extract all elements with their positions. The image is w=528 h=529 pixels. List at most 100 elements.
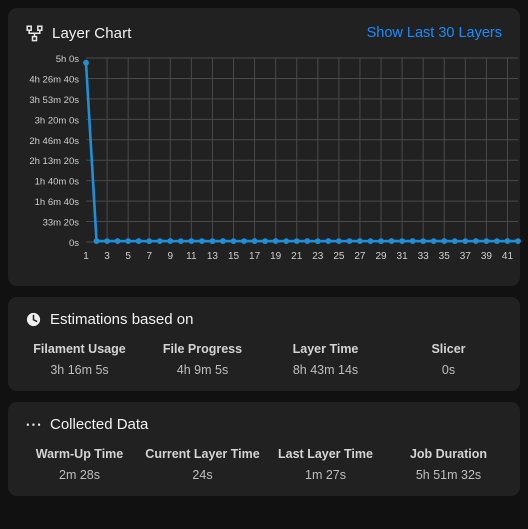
series-data-point[interactable] xyxy=(515,238,521,245)
stat-value: 3h 16m 5s xyxy=(50,363,109,377)
series-data-point[interactable] xyxy=(114,238,121,244)
series-data-point[interactable] xyxy=(420,238,427,245)
series-data-point[interactable] xyxy=(399,238,405,245)
series-data-point[interactable] xyxy=(325,238,332,244)
stat-value: 4h 9m 5s xyxy=(176,363,229,377)
show-last-30-layers-link[interactable]: Show Last 30 Layers xyxy=(367,25,502,41)
stat-value: 2m 28s xyxy=(59,468,100,482)
series-data-point[interactable] xyxy=(125,238,132,245)
stat-column: Filament Usage 3h 16m 5s xyxy=(18,342,141,377)
series-data-point[interactable] xyxy=(209,238,216,245)
stat-label: Last Layer Time xyxy=(278,447,373,461)
series-data-point[interactable] xyxy=(462,238,469,245)
series-data-point[interactable] xyxy=(272,238,279,244)
y-axis-tick-label: 5h 0s xyxy=(56,54,79,65)
series-data-point[interactable] xyxy=(430,238,437,245)
stat-value: 0s xyxy=(441,363,456,377)
series-data-point[interactable] xyxy=(483,238,490,245)
series-data-point[interactable] xyxy=(314,238,321,245)
series-data-point[interactable] xyxy=(378,238,384,245)
layer-chart-title-group: Layer Chart xyxy=(26,25,131,42)
series-data-point[interactable] xyxy=(146,238,153,245)
y-axis-tick-label: 0s xyxy=(69,238,79,249)
series-data-point[interactable] xyxy=(388,238,395,244)
x-axis-tick-label: 3 xyxy=(104,251,110,262)
y-axis-tick-label: 3h 53m 20s xyxy=(29,95,79,106)
series-data-point[interactable] xyxy=(262,238,269,245)
stat-column: File Progress 4h 9m 5s xyxy=(141,342,264,377)
stat-label: File Progress xyxy=(162,342,243,356)
collected-data-title: Collected Data xyxy=(50,416,149,433)
x-axis-tick-label: 33 xyxy=(418,251,430,262)
estimations-panel: Estimations based on Filament Usage 3h 16… xyxy=(8,297,520,391)
series-data-point[interactable] xyxy=(472,238,479,244)
layer-chart-svg[interactable]: 5h 0s 4h 26m 40s 3h 53m 20s 3h 20m 0s 2h 46m… xyxy=(18,52,526,270)
y-axis-tick-label: 4h 26m 40s xyxy=(29,74,79,85)
estimations-stats-grid: Filament Usage 3h 16m 5s File Progress 4h 9… xyxy=(18,342,510,377)
series-data-point[interactable] xyxy=(335,238,342,245)
series-line-layer-time xyxy=(84,61,520,243)
series-data-point[interactable] xyxy=(199,238,205,245)
stat-label: Job Duration xyxy=(409,447,488,461)
x-axis-tick-label: 9 xyxy=(168,251,174,262)
x-axis-tick-label: 27 xyxy=(354,251,366,262)
series-data-point[interactable] xyxy=(167,238,174,244)
stat-column: Current Layer Time 24s xyxy=(141,447,264,482)
stat-column: Layer Time 8h 43m 14s xyxy=(264,342,387,377)
series-data-point[interactable] xyxy=(357,238,363,244)
x-axis-tick-label: 21 xyxy=(291,251,303,262)
series-data-point[interactable] xyxy=(441,238,448,244)
layer-chart-header: Layer Chart Show Last 30 Layers xyxy=(18,22,510,44)
stat-label: Slicer xyxy=(431,342,466,356)
series-data-point[interactable] xyxy=(251,238,258,244)
x-axis-tick-label: 35 xyxy=(439,251,451,262)
series-data-point[interactable] xyxy=(241,238,247,245)
stat-column: Last Layer Time 1m 27s xyxy=(264,447,387,482)
layer-chart-plot[interactable]: 5h 0s 4h 26m 40s 3h 53m 20s 3h 20m 0s 2h 46m… xyxy=(18,52,521,270)
series-data-point[interactable] xyxy=(220,238,226,244)
series-data-point[interactable] xyxy=(135,238,142,244)
x-axis-tick-label: 39 xyxy=(481,251,493,262)
series-data-point[interactable] xyxy=(494,238,500,245)
series-data-point[interactable] xyxy=(177,238,184,245)
series-data-point[interactable] xyxy=(367,238,374,245)
stat-value: 5h 51m 32s xyxy=(415,468,482,482)
series-data-point[interactable] xyxy=(188,238,195,244)
x-axis-tick-label: 23 xyxy=(312,251,324,262)
x-axis-tick-label: 25 xyxy=(333,251,345,262)
x-axis-tick-label: 31 xyxy=(397,251,409,262)
x-axis-tick-label: 37 xyxy=(460,251,472,262)
stat-value: 24s xyxy=(192,468,213,482)
stat-label: Layer Time xyxy=(292,342,359,356)
stat-column: Job Duration 5h 51m 32s xyxy=(387,447,510,482)
stat-value: 1m 27s xyxy=(305,468,346,482)
series-data-point[interactable] xyxy=(304,238,311,244)
clock-icon xyxy=(26,312,41,327)
estimations-title: Estimations based on xyxy=(50,311,194,328)
series-data-point[interactable] xyxy=(451,238,458,245)
x-axis-tick-label: 41 xyxy=(502,251,514,262)
x-axis-tick-label: 15 xyxy=(228,251,240,262)
x-axis-tick-label: 29 xyxy=(375,251,387,262)
series-data-point[interactable] xyxy=(409,238,416,244)
stat-column: Slicer 0s xyxy=(387,342,510,377)
layer-stats-page: Layer Chart Show Last 30 Layers 5h 0s 4h … xyxy=(0,0,528,529)
stat-value: 8h 43m 14s xyxy=(292,363,359,377)
series-data-point[interactable] xyxy=(93,238,100,244)
series-data-point[interactable] xyxy=(83,59,89,66)
series-data-point[interactable] xyxy=(156,238,163,245)
series-data-point[interactable] xyxy=(283,238,290,245)
y-axis-tick-label: 1h 6m 40s xyxy=(35,197,80,208)
x-axis-tick-label: 13 xyxy=(207,251,219,262)
layer-chart-title: Layer Chart xyxy=(52,24,132,42)
series-data-point[interactable] xyxy=(504,238,511,244)
x-axis-tick-label: 5 xyxy=(125,251,131,262)
collected-data-panel: Collected Data Warm-Up Time 2m 28s Current… xyxy=(8,402,520,496)
stat-label: Current Layer Time xyxy=(145,447,260,461)
series-data-point[interactable] xyxy=(346,238,353,245)
ellipsis-icon xyxy=(26,417,41,432)
x-axis-tick-label: 1 xyxy=(83,251,89,262)
series-data-point[interactable] xyxy=(230,238,237,245)
series-data-point[interactable] xyxy=(293,238,300,245)
series-data-point[interactable] xyxy=(104,238,110,245)
